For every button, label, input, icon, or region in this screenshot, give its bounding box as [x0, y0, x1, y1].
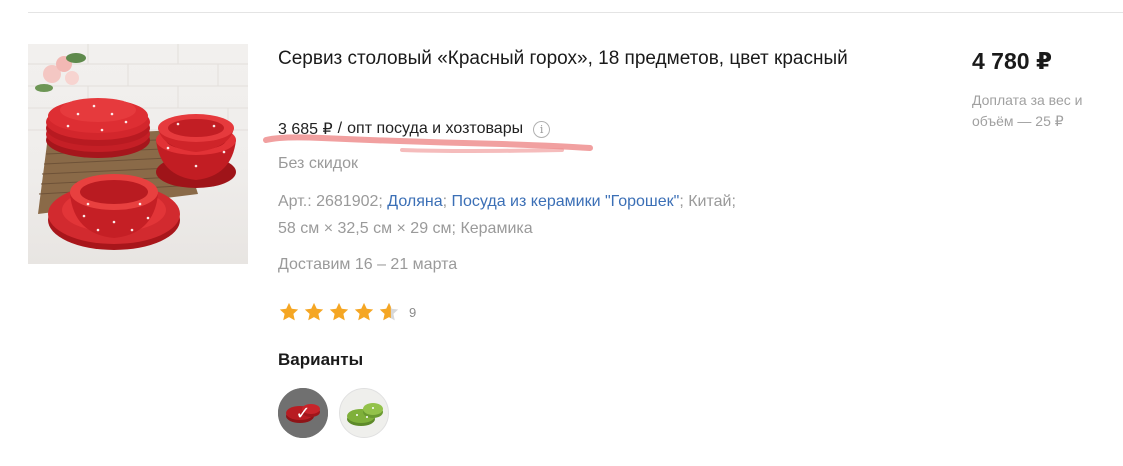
product-card: Сервиз столовый «Красный горох», 18 пред…	[0, 0, 1123, 466]
brand-link[interactable]: Доляна	[387, 193, 442, 210]
variants-title: Варианты	[278, 350, 364, 369]
star-half-icon	[379, 302, 399, 321]
product-specs: Арт.: 2681902; Доляна; Посуда из керамик…	[278, 188, 838, 242]
weight-surcharge: Доплата за вес и объём — 25 ₽	[972, 92, 1083, 129]
material: ; Керамика	[451, 220, 533, 237]
star-icon	[354, 302, 374, 321]
country: ; Китай;	[679, 193, 736, 210]
variant-green[interactable]	[339, 388, 389, 438]
price: 4 780 ₽	[972, 48, 1052, 74]
product-title[interactable]: Сервиз столовый «Красный горох», 18 пред…	[278, 44, 878, 74]
star-icon	[304, 302, 324, 321]
wholesale-price-row: 3 685 ₽ / опт посуда и хозтовары i	[278, 118, 551, 140]
dimensions: 58 см × 32,5 см × 29 см	[278, 220, 452, 237]
collection-link[interactable]: Посуда из керамики "Горошек"	[452, 193, 680, 210]
delivery-estimate: Доставим 16 – 21 марта	[278, 256, 458, 273]
spec-separator: ;	[442, 193, 448, 210]
wholesale-price: 3 685 ₽	[278, 121, 333, 138]
variants-list: ✓	[278, 388, 389, 438]
article-number: Арт.: 2681902;	[278, 193, 383, 210]
product-image[interactable]	[28, 44, 248, 264]
star-icon	[329, 302, 349, 321]
rating[interactable]: 9	[278, 300, 416, 324]
wholesale-separator: /	[337, 120, 343, 137]
info-icon[interactable]: i	[533, 120, 551, 138]
no-discount-label: Без скидок	[278, 155, 358, 172]
wholesale-label: опт посуда и хозтовары	[347, 120, 524, 137]
divider	[28, 12, 1123, 13]
selected-check-icon: ✓	[295, 402, 311, 423]
star-icon	[279, 302, 299, 321]
review-count[interactable]: 9	[409, 305, 416, 320]
variant-red[interactable]: ✓	[278, 388, 328, 438]
